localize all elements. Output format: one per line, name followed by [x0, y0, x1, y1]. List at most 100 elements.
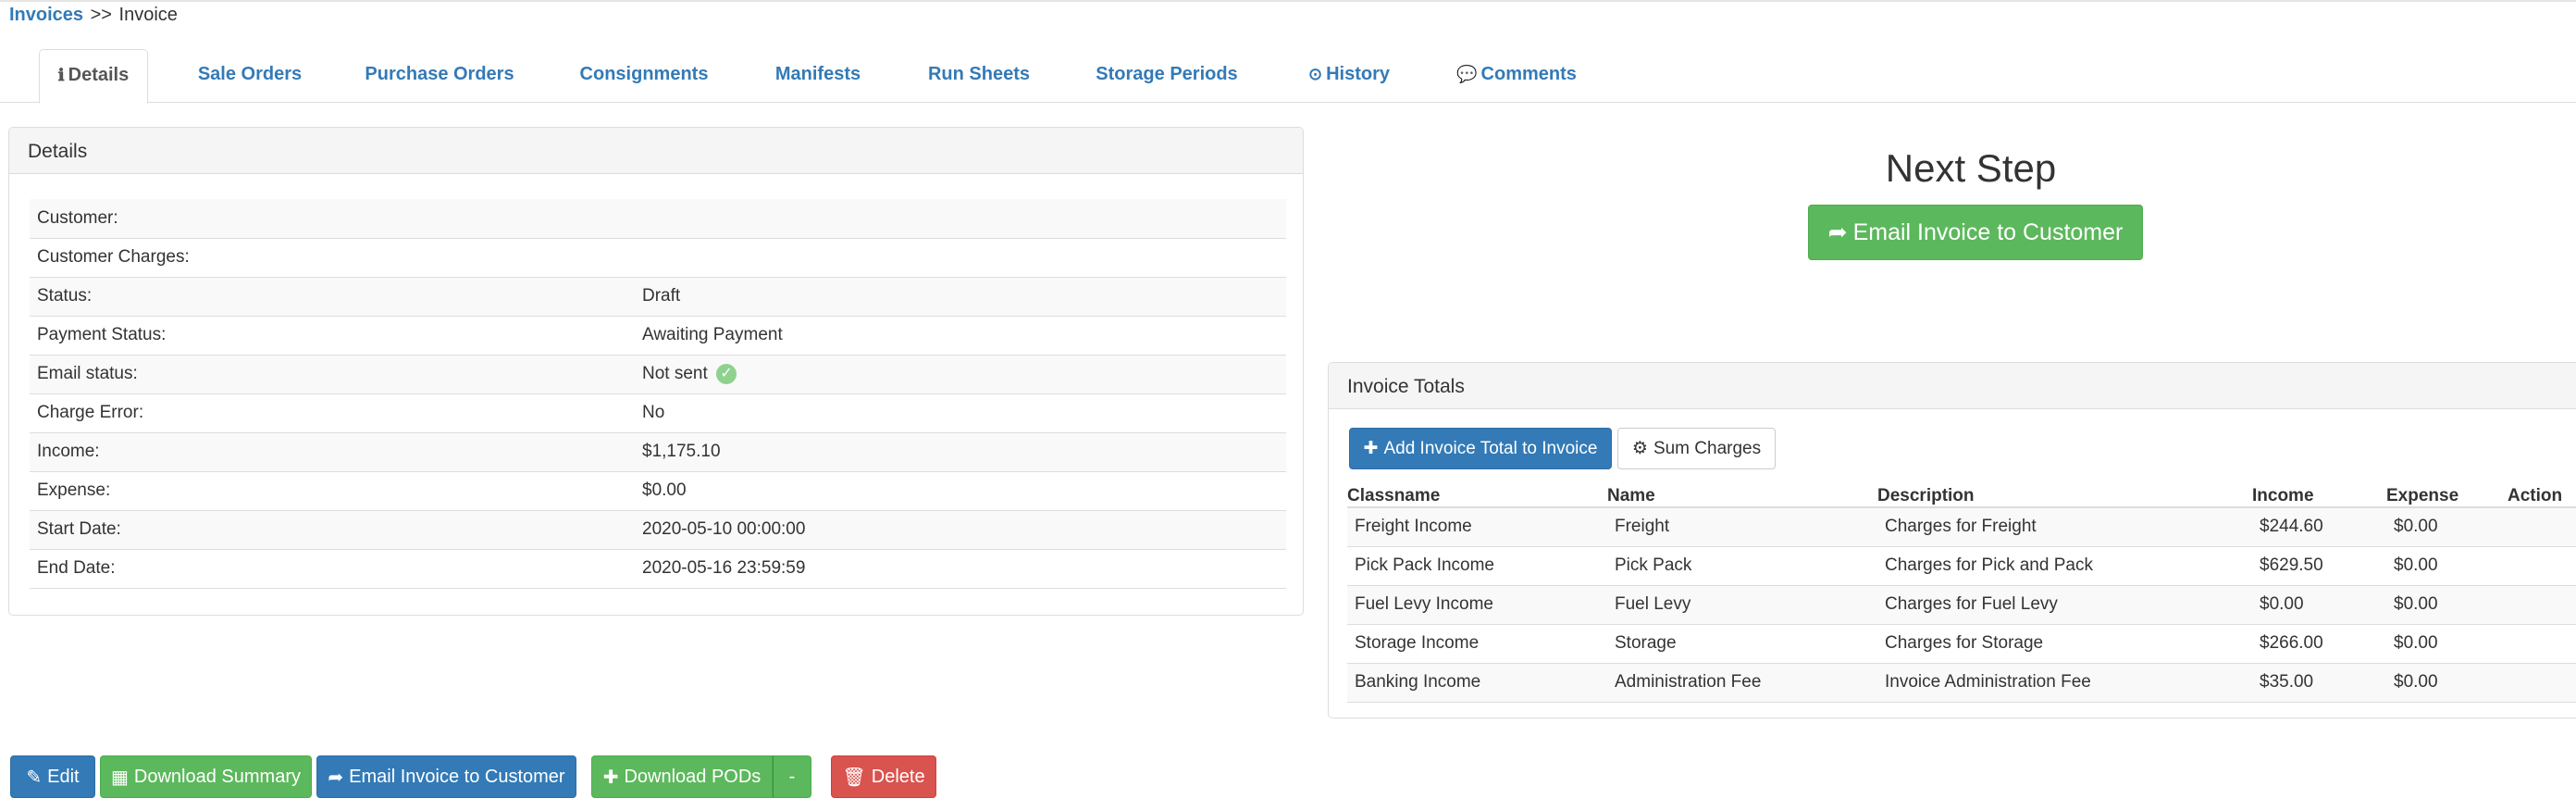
- button-label: Email Invoice to Customer: [1852, 218, 2124, 245]
- details-panel-heading: Details: [9, 128, 1303, 174]
- next-step-email-invoice-button[interactable]: ➦ Email Invoice to Customer: [1808, 205, 2143, 260]
- row-value: [631, 238, 1286, 278]
- edit-button[interactable]: ✎ Edit: [10, 755, 95, 798]
- row-value: [631, 199, 1286, 239]
- breadcrumb-invoices-link[interactable]: Invoices: [9, 5, 83, 25]
- button-label: Download PODs: [624, 766, 762, 787]
- dropdown-caret: -: [788, 766, 796, 787]
- cell-classname: Banking Income: [1347, 663, 1607, 703]
- tab-purchase-orders[interactable]: Purchase Orders: [361, 49, 518, 103]
- column-header-expense[interactable]: Expense: [2386, 482, 2508, 508]
- row-value: No: [631, 393, 1286, 433]
- next-step-title: Next Step: [1885, 146, 2057, 190]
- table-row: Storage Income Storage Charges for Stora…: [1347, 624, 2576, 664]
- cell-name: Freight: [1607, 507, 1877, 547]
- button-label: Download Summary: [133, 766, 301, 787]
- cell-name: Storage: [1607, 624, 1877, 664]
- cell-action: [2508, 585, 2576, 625]
- download-pods-dropdown-toggle[interactable]: -: [773, 755, 811, 798]
- cell-income: $266.00: [2252, 624, 2386, 664]
- cell-description: Charges for Freight: [1877, 507, 2252, 547]
- tab-comments[interactable]: 💬 Comments: [1451, 49, 1582, 103]
- table-row: Fuel Levy Income Fuel Levy Charges for F…: [1347, 585, 2576, 625]
- cell-action: [2508, 546, 2576, 586]
- email-status-text: Not sent: [642, 364, 708, 383]
- table-row: Banking Income Administration Fee Invoic…: [1347, 663, 2576, 703]
- cell-description: Charges for Fuel Levy: [1877, 585, 2252, 625]
- row-value: Draft: [631, 277, 1286, 317]
- details-row-status: Status: Draft: [30, 277, 1286, 317]
- tab-consignments[interactable]: Consignments: [574, 49, 714, 103]
- button-label: Edit: [47, 766, 80, 787]
- cell-classname: Storage Income: [1347, 624, 1607, 664]
- tab-storage-periods[interactable]: Storage Periods: [1092, 49, 1242, 103]
- cell-income: $244.60: [2252, 507, 2386, 547]
- tab-label: Details: [68, 65, 130, 85]
- download-summary-button[interactable]: ▦ Download Summary: [100, 755, 312, 798]
- column-header-description[interactable]: Description: [1877, 482, 2252, 508]
- email-invoice-button[interactable]: ➦ Email Invoice to Customer: [316, 755, 576, 798]
- cell-expense: $0.00: [2386, 585, 2508, 625]
- cell-name: Fuel Levy: [1607, 585, 1877, 625]
- tab-label: Purchase Orders: [365, 64, 514, 84]
- tab-manifests[interactable]: Manifests: [768, 49, 868, 103]
- table-row: Pick Pack Income Pick Pack Charges for P…: [1347, 546, 2576, 586]
- details-row-charge-error: Charge Error: No: [30, 393, 1286, 433]
- cell-classname: Fuel Levy Income: [1347, 585, 1607, 625]
- button-label: Sum Charges: [1653, 438, 1762, 458]
- cell-action: [2508, 624, 2576, 664]
- column-header-income[interactable]: Income: [2252, 482, 2386, 508]
- details-row-income: Income: $1,175.10: [30, 432, 1286, 472]
- tab-label: Comments: [1480, 64, 1577, 84]
- row-label: End Date:: [30, 549, 631, 589]
- row-label: Status:: [30, 277, 631, 317]
- column-header-name[interactable]: Name: [1607, 482, 1877, 508]
- sum-charges-button[interactable]: ⚙ Sum Charges: [1617, 428, 1776, 469]
- tab-sale-orders[interactable]: Sale Orders: [190, 49, 310, 103]
- check-circle-icon: ✓: [716, 363, 737, 384]
- cell-income: $629.50: [2252, 546, 2386, 586]
- row-label: Charge Error:: [30, 393, 631, 433]
- comment-icon: 💬: [1456, 65, 1478, 83]
- download-pods-button[interactable]: ✚ Download PODs: [591, 755, 773, 798]
- cell-income: $0.00: [2252, 585, 2386, 625]
- row-label: Customer Charges:: [30, 238, 631, 278]
- add-invoice-total-button[interactable]: ✚ Add Invoice Total to Invoice: [1349, 428, 1612, 469]
- cell-description: Charges for Storage: [1877, 624, 2252, 664]
- breadcrumb: Invoices >> Invoice: [9, 4, 178, 26]
- details-row-customer-charges: Customer Charges:: [30, 238, 1286, 278]
- details-row-start-date: Start Date: 2020-05-10 00:00:00: [30, 510, 1286, 550]
- table-icon: ▦: [111, 767, 129, 788]
- plus-icon: ✚: [1363, 439, 1379, 458]
- tab-history[interactable]: ⊙ History: [1300, 49, 1398, 103]
- pencil-icon: ✎: [26, 767, 43, 788]
- row-value: $1,175.10: [631, 432, 1286, 472]
- tab-label: Consignments: [579, 64, 709, 84]
- cell-name: Administration Fee: [1607, 663, 1877, 703]
- invoice-totals-panel: Invoice Totals ✚ Add Invoice Total to Inv…: [1328, 362, 2576, 718]
- row-value: Not sent ✓: [631, 355, 1286, 394]
- details-row-customer: Customer:: [30, 199, 1286, 239]
- button-label: Email Invoice to Customer: [349, 766, 565, 787]
- cell-income: $35.00: [2252, 663, 2386, 703]
- delete-button[interactable]: 🗑 Delete: [831, 755, 936, 798]
- tab-label: Sale Orders: [197, 64, 303, 84]
- tab-run-sheets[interactable]: Run Sheets: [922, 49, 1036, 103]
- button-label: Delete: [871, 766, 925, 787]
- tab-bar: ℹ Details Sale Orders Purchase Orders Con…: [0, 49, 2576, 104]
- details-table: Customer: Customer Charges: Status: Draf…: [30, 199, 1286, 589]
- table-header-row: Classname Name Description Income Expens…: [1347, 482, 2576, 508]
- row-value: Awaiting Payment: [631, 316, 1286, 356]
- customer-charges-field: [642, 243, 768, 271]
- column-header-classname[interactable]: Classname: [1347, 482, 1607, 508]
- details-row-payment-status: Payment Status: Awaiting Payment: [30, 316, 1286, 356]
- details-row-email-status: Email status: Not sent ✓: [30, 355, 1286, 394]
- table-row: Freight Income Freight Charges for Freig…: [1347, 507, 2576, 547]
- tab-details[interactable]: ℹ Details: [39, 49, 148, 104]
- details-row-end-date: End Date: 2020-05-16 23:59:59: [30, 549, 1286, 589]
- gear-icon: ⚙: [1631, 439, 1648, 458]
- info-icon: ℹ: [57, 66, 65, 84]
- column-header-action: Action: [2508, 482, 2576, 508]
- tab-label: History: [1326, 64, 1390, 84]
- cell-classname: Freight Income: [1347, 507, 1607, 547]
